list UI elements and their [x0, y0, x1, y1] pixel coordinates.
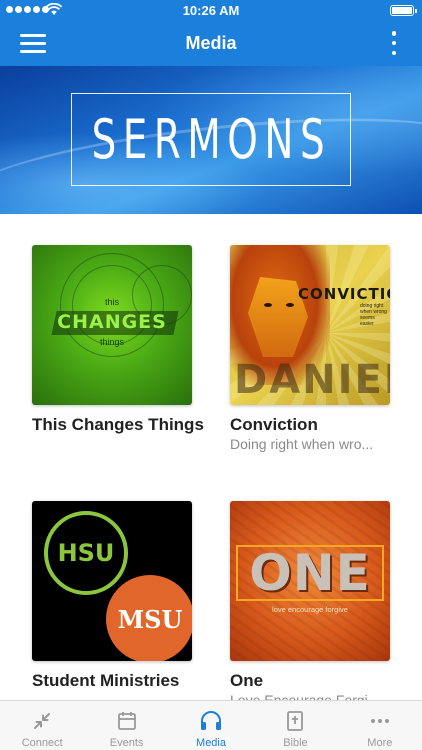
- top-navigation-bar: Media: [0, 20, 422, 66]
- series-artwork: this CHANGES things: [32, 245, 192, 405]
- status-time: 10:26 AM: [182, 3, 240, 18]
- tab-label: Events: [109, 737, 144, 749]
- artwork-overlay: DANIEL: [234, 357, 390, 403]
- more-dots-icon: [368, 709, 392, 733]
- tab-label: Media: [196, 737, 226, 749]
- series-title: This Changes Things: [32, 415, 204, 434]
- series-card-conviction[interactable]: CONVICTION doing right when wrong seems …: [230, 245, 410, 453]
- bottom-tab-bar: Connect Events Media Bible More: [0, 700, 422, 750]
- banner-title: SERMONS: [91, 108, 331, 171]
- series-artwork: ONE love encourage forgive: [230, 501, 390, 661]
- bible-icon: [283, 709, 307, 733]
- battery-icon: [390, 5, 417, 16]
- series-artwork: HSU MSU: [32, 501, 192, 661]
- series-artwork: CONVICTION doing right when wrong seems …: [230, 245, 390, 405]
- artwork-line3: things: [99, 337, 125, 347]
- artwork-tagline: doing right when wrong seems easier: [360, 303, 387, 327]
- series-card-student-ministries[interactable]: HSU MSU Student Ministries: [32, 501, 212, 691]
- calendar-icon: [115, 709, 139, 733]
- tab-connect[interactable]: Connect: [0, 701, 84, 750]
- msu-logo: MSU: [106, 575, 192, 661]
- lion-eye: [286, 303, 294, 307]
- tab-label: Connect: [21, 737, 63, 749]
- tab-media[interactable]: Media: [169, 701, 253, 750]
- series-title: Student Ministries: [32, 671, 180, 690]
- tab-bible[interactable]: Bible: [253, 701, 337, 750]
- series-subtitle: Love Encourage Forgi...: [230, 692, 380, 700]
- page-title: Media: [185, 33, 237, 53]
- sermons-banner: SERMONS: [0, 66, 422, 214]
- series-subtitle: Doing right when wro...: [230, 436, 374, 452]
- series-card-this-changes-things[interactable]: this CHANGES things This Changes Things: [32, 245, 212, 435]
- artwork-line1: this: [104, 297, 119, 307]
- lion-eye: [264, 303, 272, 307]
- more-options-icon[interactable]: [390, 31, 398, 55]
- tab-more[interactable]: More: [338, 701, 422, 750]
- artwork-tagline: love encourage forgive: [272, 605, 348, 614]
- series-grid: this CHANGES things This Changes Things …: [0, 214, 422, 700]
- status-bar: 10:26 AM: [0, 0, 422, 20]
- hsu-logo: HSU: [44, 511, 128, 595]
- series-card-one[interactable]: ONE love encourage forgive One Love Enco…: [230, 501, 410, 700]
- tab-events[interactable]: Events: [84, 701, 168, 750]
- artwork-word: ONE: [249, 544, 371, 602]
- series-title: One: [230, 671, 264, 690]
- series-title: Conviction: [230, 415, 318, 434]
- artwork-line2: CHANGES: [57, 311, 167, 333]
- banner-frame: SERMONS: [71, 93, 351, 186]
- connect-arrows-icon: [30, 709, 54, 733]
- tab-label: Bible: [283, 737, 308, 749]
- tab-label: More: [367, 737, 393, 749]
- headphones-icon: [199, 709, 223, 733]
- artwork-word: CONVICTION: [298, 285, 390, 303]
